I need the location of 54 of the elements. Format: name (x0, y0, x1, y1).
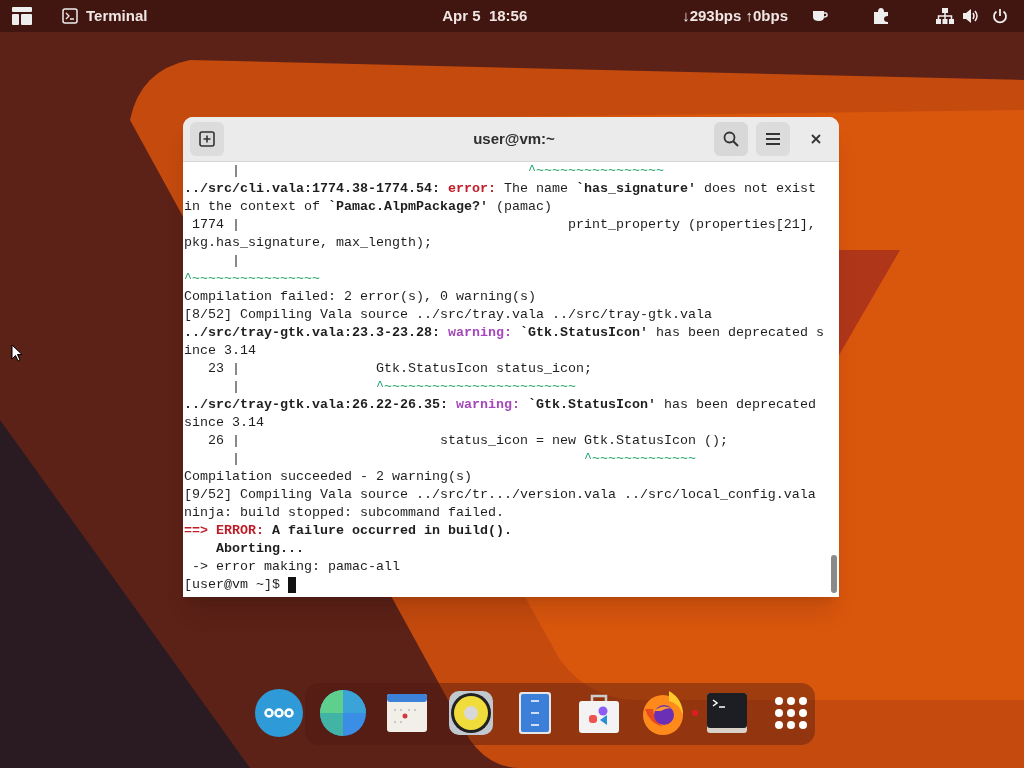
terminal-line: [8/52] Compiling Vala source ../src/tray.vala ../src/tray-gtk.vala (184, 306, 712, 324)
layout-icon[interactable] (12, 7, 32, 25)
terminal-line: Compilation failed: 2 error(s), 0 warning(s) (184, 288, 536, 306)
cup-icon[interactable] (812, 9, 828, 23)
calendar-icon[interactable] (386, 692, 428, 734)
menu-icon (766, 133, 780, 145)
terminal-line: since 3.14 (184, 414, 264, 432)
scrollbar-thumb[interactable] (831, 555, 837, 593)
app-menu[interactable]: Terminal (62, 4, 148, 28)
more-apps-icon[interactable] (255, 689, 303, 737)
text-cursor (288, 577, 296, 593)
terminal-line: -> error making: pamac-all (191, 558, 400, 576)
file-cabinet-icon[interactable] (518, 691, 552, 735)
terminal-line: ==> ERROR: A failure occurred in build(). (184, 522, 512, 540)
terminal-line: [9/52] Compiling Vala source ../src/tr.../version.vala ../src/local_config.vala (184, 486, 816, 504)
network-icon[interactable] (936, 8, 954, 24)
terminal-line: 23 | Gtk.StatusIcon status_icon; (207, 360, 592, 378)
network-speed[interactable]: ↓293bps ↑0bps (682, 4, 788, 28)
terminal-line: in the context of `Pamac.AlpmPackage?' (pamac) (184, 198, 552, 216)
app-grid-icon[interactable] (774, 696, 808, 730)
running-indicator (692, 710, 698, 716)
terminal-line: ../src/tray-gtk.vala:23.3-23.28: warning: `Gtk.StatusIcon' has been deprecated s (184, 324, 824, 342)
terminal-line: Compilation succeeded - 2 warning(s) (184, 468, 472, 486)
terminal-line: pkg.has_signature, max_length); (184, 234, 432, 252)
clock[interactable]: Apr 5 18:56 (442, 4, 528, 28)
window-title: user@vm:~ (473, 128, 555, 149)
terminal-line: 26 | status_icon = new Gtk.StatusIcon (); (207, 432, 728, 450)
menu-button[interactable] (756, 122, 790, 156)
terminal-line: 1774 | print_property (properties[21], (191, 216, 816, 234)
new-tab-button[interactable] (190, 122, 224, 156)
volume-icon[interactable] (962, 8, 980, 24)
terminal-line: | ^~~~~~~~~~~~~~~~~~~~~~~~~ (231, 378, 576, 396)
power-icon[interactable] (992, 8, 1008, 24)
add-tab-icon (199, 131, 215, 147)
terminal-line: | ^~~~~~~~~~~~~~ (231, 450, 696, 468)
terminal-line: ince 3.14 (184, 342, 256, 360)
terminal-line: ^~~~~~~~~~~~~~~~~ (184, 270, 320, 288)
terminal-line: | (231, 252, 240, 270)
puzzle-icon[interactable] (872, 7, 890, 25)
terminal-icon[interactable] (706, 692, 748, 734)
terminal-line: | ^~~~~~~~~~~~~~~~~ (231, 162, 664, 180)
terminal-line: ninja: build stopped: subcommand failed. (184, 504, 504, 522)
globe-icon[interactable] (319, 689, 367, 737)
terminal-line: ../src/cli.vala:1774.38-1774.54: error: The name `has_signature' does not exist (184, 180, 816, 198)
terminal-line: Aborting... (215, 540, 304, 558)
mouse-pointer-icon (11, 344, 23, 362)
terminal-icon (62, 8, 78, 24)
close-icon (811, 134, 821, 144)
search-button[interactable] (714, 122, 748, 156)
search-icon (723, 131, 739, 147)
app-name: Terminal (86, 5, 148, 26)
shell-prompt: [user@vm ~]$ (184, 576, 281, 594)
speaker-icon[interactable] (448, 690, 494, 736)
terminal-line: ../src/tray-gtk.vala:26.22-26.35: warning: `Gtk.StatusIcon' has been deprecated (184, 396, 816, 414)
